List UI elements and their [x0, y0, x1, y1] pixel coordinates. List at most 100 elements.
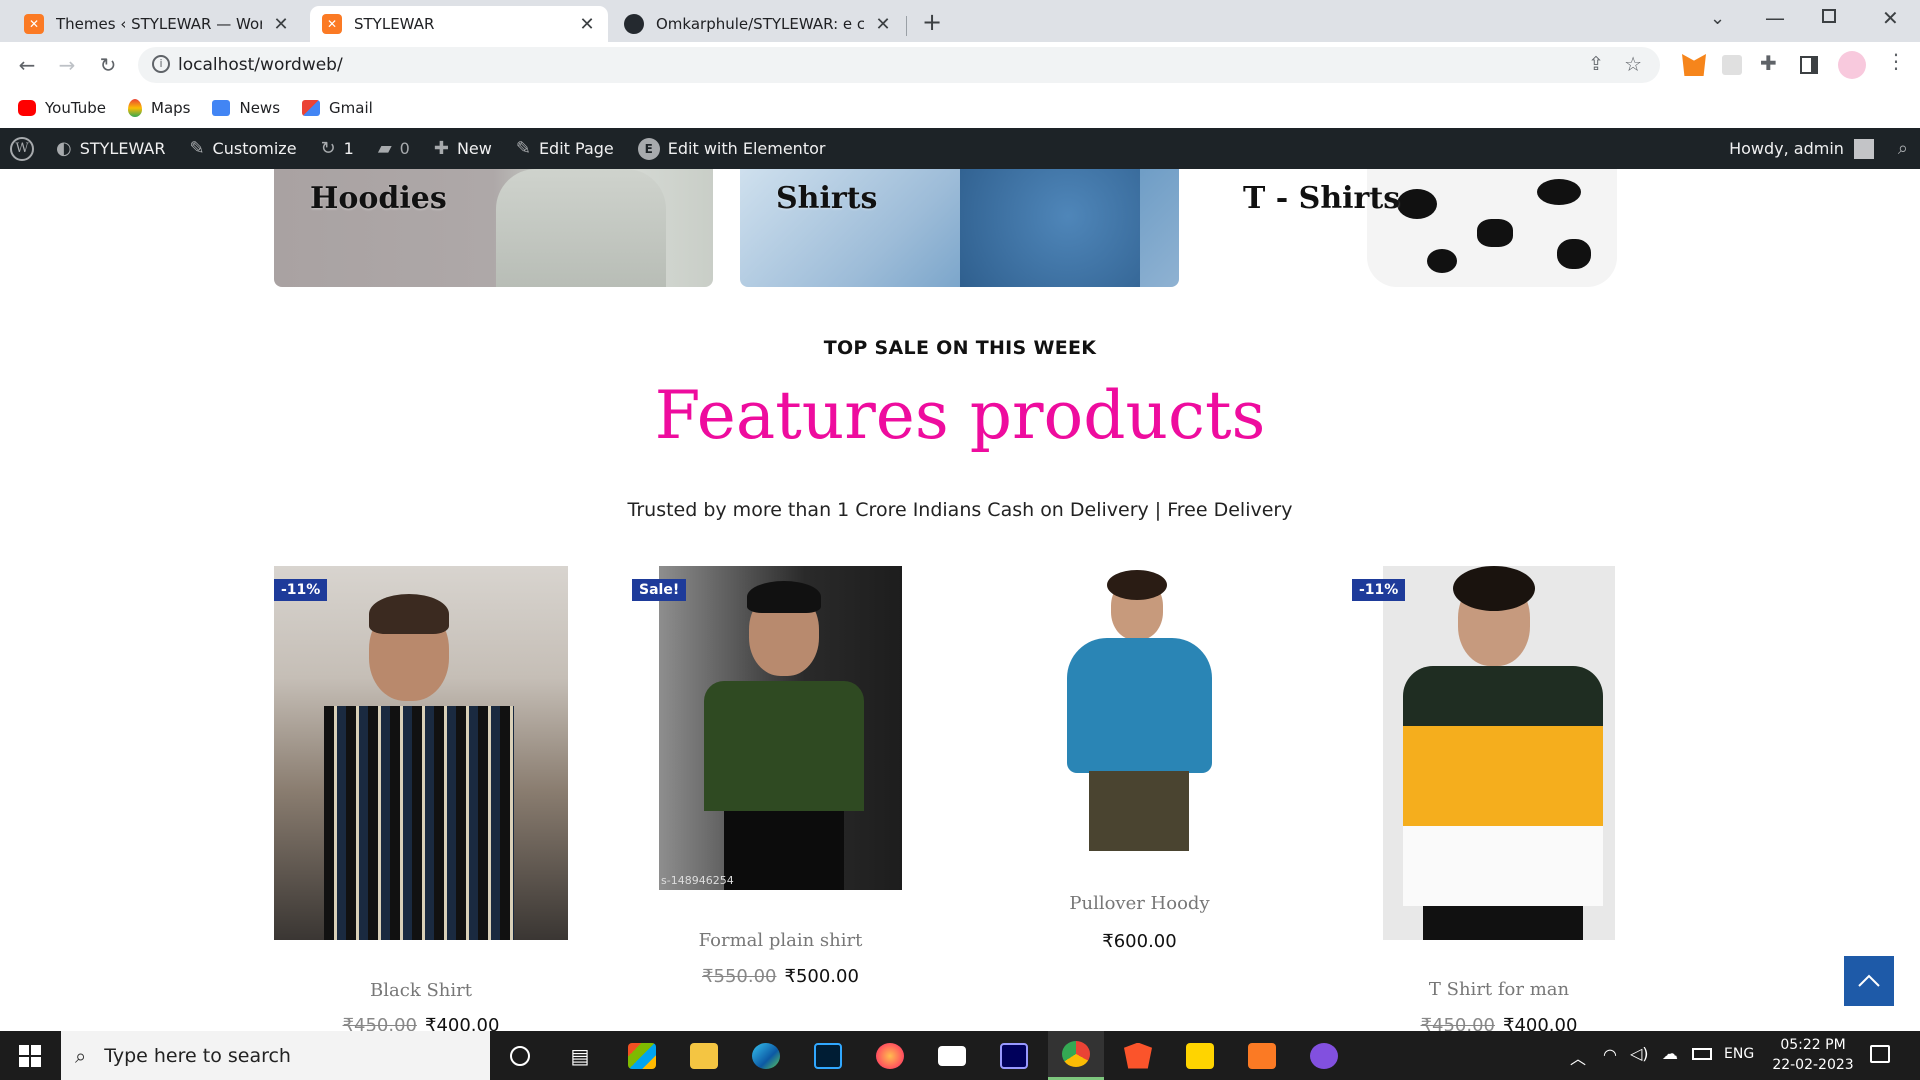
tab-stylewar[interactable]: ✕ STYLEWAR ✕ [310, 6, 608, 42]
file-explorer-app[interactable] [676, 1031, 732, 1080]
edge-app[interactable] [738, 1031, 794, 1080]
info-icon[interactable]: i [152, 55, 170, 73]
striped-shirt [324, 706, 514, 940]
admin-edit-page-label: Edit Page [538, 139, 614, 158]
product-name[interactable]: Black Shirt [274, 980, 568, 1001]
task-view-button[interactable]: ▤ [552, 1031, 608, 1080]
clock[interactable]: 05:22 PM 22-02-2023 [1768, 1035, 1858, 1075]
notifications-icon[interactable] [1870, 1045, 1890, 1063]
category-card-shirts[interactable]: Shirts [740, 169, 1179, 287]
scroll-to-top-button[interactable] [1844, 956, 1894, 1006]
side-panel-icon[interactable] [1800, 56, 1818, 74]
admin-site-name: STYLEWAR [79, 139, 166, 158]
xampp-icon: ✕ [24, 14, 44, 34]
xampp-icon: ✕ [322, 14, 342, 34]
admin-updates-count: 1 [343, 139, 354, 158]
taskbar-search[interactable]: ⌕ Type here to search [61, 1031, 490, 1080]
volume-icon[interactable]: ◁) [1630, 1044, 1649, 1063]
after-effects-icon [1000, 1042, 1028, 1069]
sale-badge: -11% [1352, 579, 1406, 601]
bookmark-gmail[interactable]: Gmail [302, 99, 373, 117]
admin-comments-count: 0 [399, 139, 410, 158]
clock-time: 05:22 PM [1780, 1037, 1846, 1053]
new-tab-button[interactable]: + [922, 8, 942, 36]
admin-edit-page-link[interactable]: ✎ Edit Page [504, 128, 626, 169]
old-price: ₹450.00 [342, 1015, 417, 1031]
xampp-app[interactable] [1234, 1031, 1290, 1080]
photoshop-icon [814, 1042, 842, 1069]
admin-account-link[interactable]: Howdy, admin [1717, 128, 1886, 169]
chevron-up-icon[interactable]: ︿ [1570, 1045, 1586, 1069]
share-icon[interactable]: ⇪ [1588, 53, 1604, 75]
bookmark-maps[interactable]: Maps [128, 99, 190, 117]
close-icon[interactable]: ✕ [874, 14, 892, 35]
onedrive-icon[interactable]: ☁ [1662, 1044, 1678, 1063]
profile-avatar[interactable] [1838, 51, 1866, 79]
tab-github[interactable]: Omkarphule/STYLEWAR: e commerce ✕ [612, 6, 904, 42]
wordpress-logo[interactable]: W [0, 128, 44, 169]
after-effects-app[interactable] [986, 1031, 1042, 1080]
brush-icon: ✎ [189, 138, 205, 159]
tab-themes[interactable]: ✕ Themes ‹ STYLEWAR — WordPress ✕ [12, 6, 302, 42]
admin-comments-link[interactable]: ▰ 0 [366, 128, 422, 169]
admin-customize-link[interactable]: ✎ Customize [177, 128, 308, 169]
cow-print-tshirt-image [1367, 169, 1617, 287]
admin-search[interactable]: ⌕ [1886, 128, 1920, 169]
product-image[interactable] [1039, 566, 1239, 856]
brave-app[interactable] [1110, 1031, 1166, 1080]
github-desktop-app[interactable] [1296, 1031, 1352, 1080]
admin-new-link[interactable]: ✚ New [422, 128, 504, 169]
product-name[interactable]: Formal plain shirt [632, 930, 929, 951]
chrome-app[interactable] [1048, 1031, 1104, 1080]
elementor-icon: E [637, 137, 660, 160]
language-indicator[interactable]: ENG [1724, 1046, 1754, 1062]
window-close-button[interactable]: ✕ [1882, 6, 1899, 30]
menu-kebab-icon[interactable]: ⋮ [1886, 49, 1906, 73]
github-icon [1310, 1042, 1338, 1069]
comment-icon: ▰ [377, 138, 392, 159]
product-image[interactable] [1383, 566, 1615, 940]
admin-elementor-link[interactable]: E Edit with Elementor [626, 128, 838, 169]
xampp-icon [1248, 1042, 1276, 1069]
category-card-tshirts[interactable]: T - Shirts [1207, 169, 1646, 287]
close-icon[interactable]: ✕ [272, 14, 290, 35]
back-button[interactable]: ← [13, 51, 41, 79]
extensions-puzzle-icon[interactable]: ✚ [1760, 51, 1777, 75]
start-button[interactable] [2, 1031, 58, 1080]
bookmark-label: YouTube [45, 99, 106, 117]
product-image[interactable] [274, 566, 568, 940]
product-image[interactable]: s-148946254 [659, 566, 902, 890]
product-name[interactable]: Pullover Hoody [1008, 893, 1271, 914]
address-bar[interactable]: i localhost/wordweb/ ⇪ ☆ [138, 47, 1660, 83]
blue-hoodie [1067, 638, 1212, 773]
mail-app[interactable] [924, 1031, 980, 1080]
bookmark-news[interactable]: News [212, 99, 280, 117]
section-heading: Features products [654, 377, 1266, 454]
task-view-icon: ▤ [570, 1043, 590, 1068]
firefox-app[interactable] [862, 1031, 918, 1080]
admin-site-link[interactable]: ◐ STYLEWAR [44, 128, 177, 169]
minimize-button[interactable]: — [1765, 6, 1785, 30]
extension-icon[interactable] [1722, 55, 1742, 75]
store-app[interactable] [614, 1031, 670, 1080]
admin-updates-link[interactable]: ↻ 1 [309, 128, 366, 169]
category-label: Hoodies [310, 181, 447, 216]
metamask-icon[interactable] [1682, 54, 1706, 76]
close-icon[interactable]: ✕ [578, 14, 596, 35]
bookmark-star-icon[interactable]: ☆ [1624, 52, 1642, 76]
product-name[interactable]: T Shirt for man [1352, 979, 1646, 1000]
category-card-hoodies[interactable]: Hoodies [274, 169, 713, 287]
reload-button[interactable]: ↻ [94, 51, 122, 79]
cortana-button[interactable] [492, 1031, 548, 1080]
sticky-notes-app[interactable] [1172, 1031, 1228, 1080]
product-price: ₹450.00 ₹400.00 [274, 1015, 568, 1031]
bookmark-youtube[interactable]: YouTube [18, 99, 106, 117]
tab-search-chevron-icon[interactable]: ⌄ [1710, 8, 1725, 29]
tab-title: Omkarphule/STYLEWAR: e commerce [656, 15, 864, 33]
photoshop-app[interactable] [800, 1031, 856, 1080]
forward-button[interactable]: → [53, 51, 81, 79]
bookmark-label: Gmail [329, 99, 373, 117]
restore-button[interactable] [1822, 9, 1836, 23]
admin-customize-label: Customize [212, 139, 297, 158]
wifi-icon[interactable]: ◠ [1603, 1045, 1617, 1064]
